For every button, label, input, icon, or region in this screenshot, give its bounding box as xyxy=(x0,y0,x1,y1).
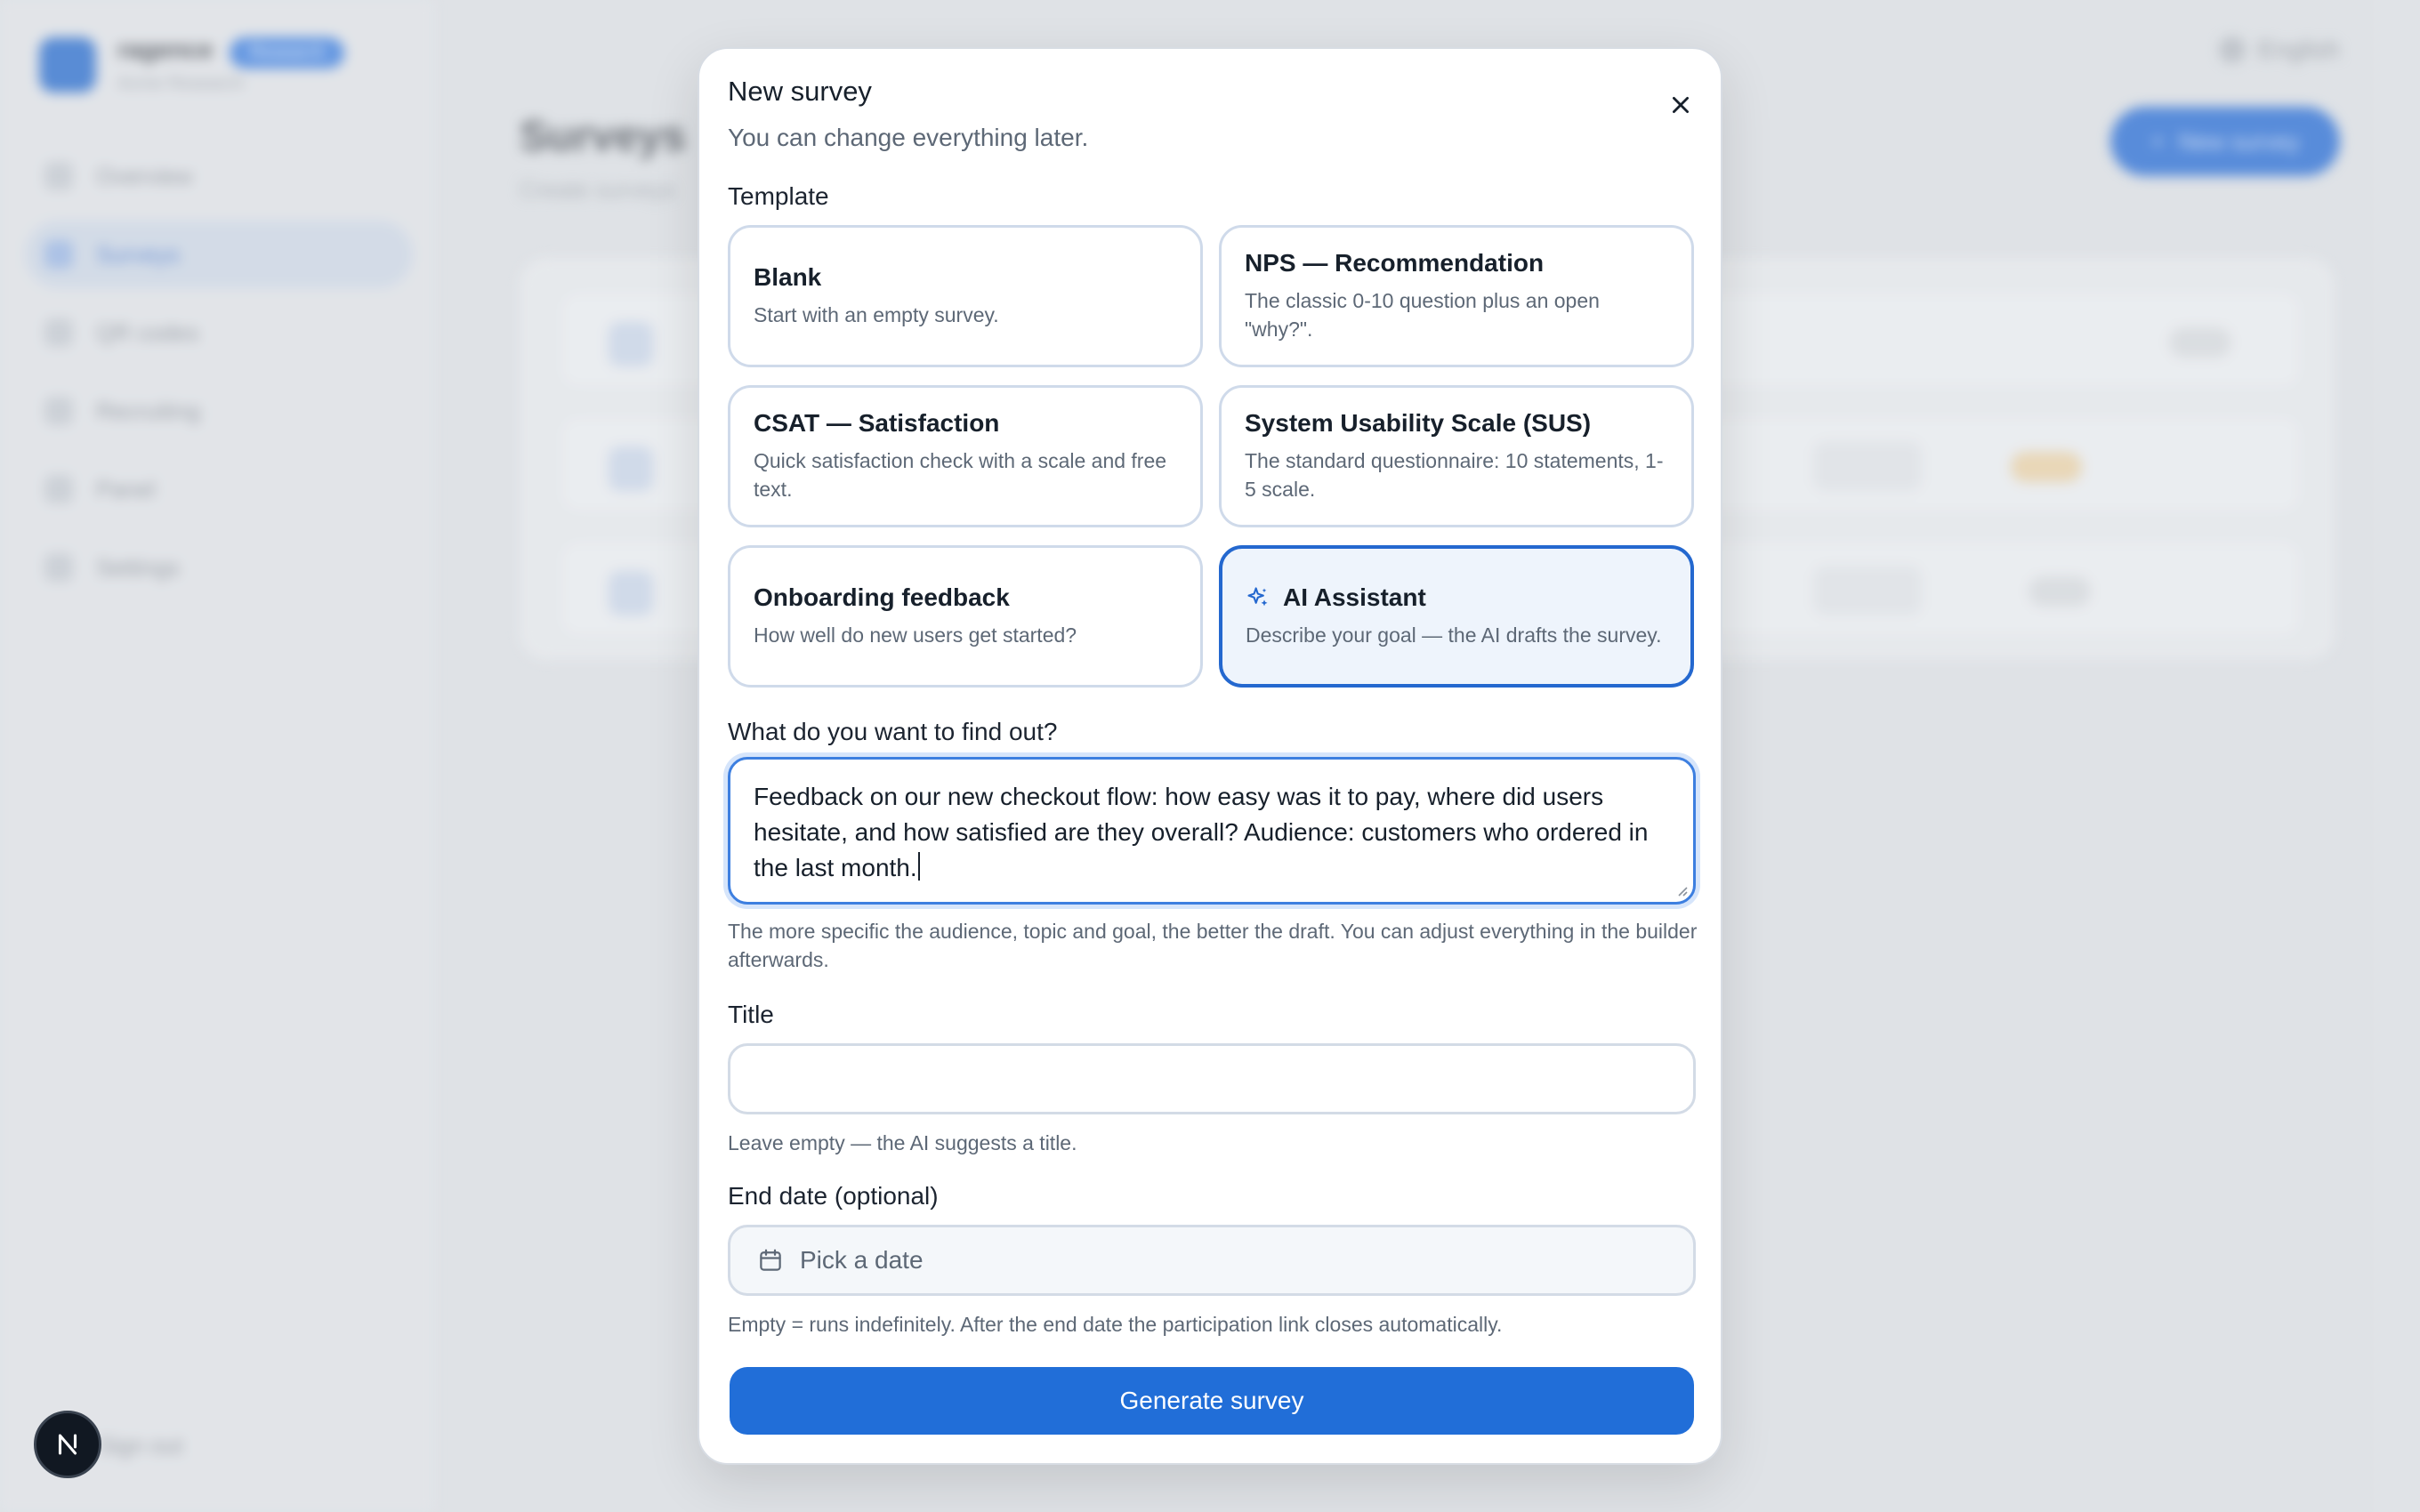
end-date-label: End date (optional) xyxy=(728,1182,939,1210)
template-ai-assistant[interactable]: AI Assistant Describe your goal — the AI… xyxy=(1219,545,1694,688)
end-date-picker[interactable]: Pick a date xyxy=(728,1225,1696,1296)
template-label: Template xyxy=(728,182,829,210)
calendar-icon xyxy=(760,1249,781,1271)
template-blank[interactable]: Blank Start with an empty survey. xyxy=(728,225,1203,367)
title-help-text: Leave empty — the AI suggests a title. xyxy=(728,1131,1077,1154)
template-description: How well do new users get started? xyxy=(754,623,1077,647)
title-input[interactable] xyxy=(728,1043,1696,1114)
goal-help-text: The more specific the audience, topic an… xyxy=(728,920,1698,971)
template-sus[interactable]: System Usability Scale (SUS) The standar… xyxy=(1219,385,1694,527)
close-button[interactable] xyxy=(1660,84,1701,125)
template-name: CSAT — Satisfaction xyxy=(754,409,1000,437)
sparkles-icon xyxy=(1247,587,1268,607)
end-date-placeholder: Pick a date xyxy=(800,1246,924,1274)
resize-handle-icon[interactable] xyxy=(1675,884,1688,897)
template-description: The classic 0-10 question plus an open "… xyxy=(1245,289,1600,341)
nextjs-devtools-button[interactable] xyxy=(34,1411,101,1478)
template-name: System Usability Scale (SUS) xyxy=(1245,409,1592,437)
template-description: The standard questionnaire: 10 statement… xyxy=(1245,449,1664,501)
goal-label: What do you want to find out? xyxy=(728,718,1058,745)
text-caret xyxy=(917,852,920,881)
new-survey-dialog: New survey You can change everything lat… xyxy=(698,47,1722,1465)
goal-text: Feedback on our new checkout flow: how e… xyxy=(754,783,1649,881)
nextjs-icon xyxy=(58,1434,77,1455)
template-onboarding[interactable]: Onboarding feedback How well do new user… xyxy=(728,545,1203,688)
template-name: AI Assistant xyxy=(1283,583,1426,611)
title-label: Title xyxy=(728,1001,774,1028)
generate-survey-button[interactable]: Generate survey xyxy=(730,1367,1694,1435)
goal-textarea[interactable]: Feedback on our new checkout flow: how e… xyxy=(728,757,1696,905)
template-description: Start with an empty survey. xyxy=(754,303,999,326)
template-name: Blank xyxy=(754,263,822,291)
dialog-subtitle: You can change everything later. xyxy=(728,124,1089,151)
template-name-row: AI Assistant xyxy=(1246,583,1690,612)
close-icon xyxy=(1673,97,1689,113)
template-description: Quick satisfaction check with a scale an… xyxy=(754,449,1167,501)
dialog-title: New survey xyxy=(728,76,872,107)
template-nps[interactable]: NPS — Recommendation The classic 0-10 qu… xyxy=(1219,225,1694,367)
template-description: Describe your goal — the AI drafts the s… xyxy=(1246,623,1662,647)
end-date-help-text: Empty = runs indefinitely. After the end… xyxy=(728,1313,1503,1336)
template-name: NPS — Recommendation xyxy=(1245,249,1545,277)
template-name: Onboarding feedback xyxy=(754,583,1010,611)
template-csat[interactable]: CSAT — Satisfaction Quick satisfaction c… xyxy=(728,385,1203,527)
